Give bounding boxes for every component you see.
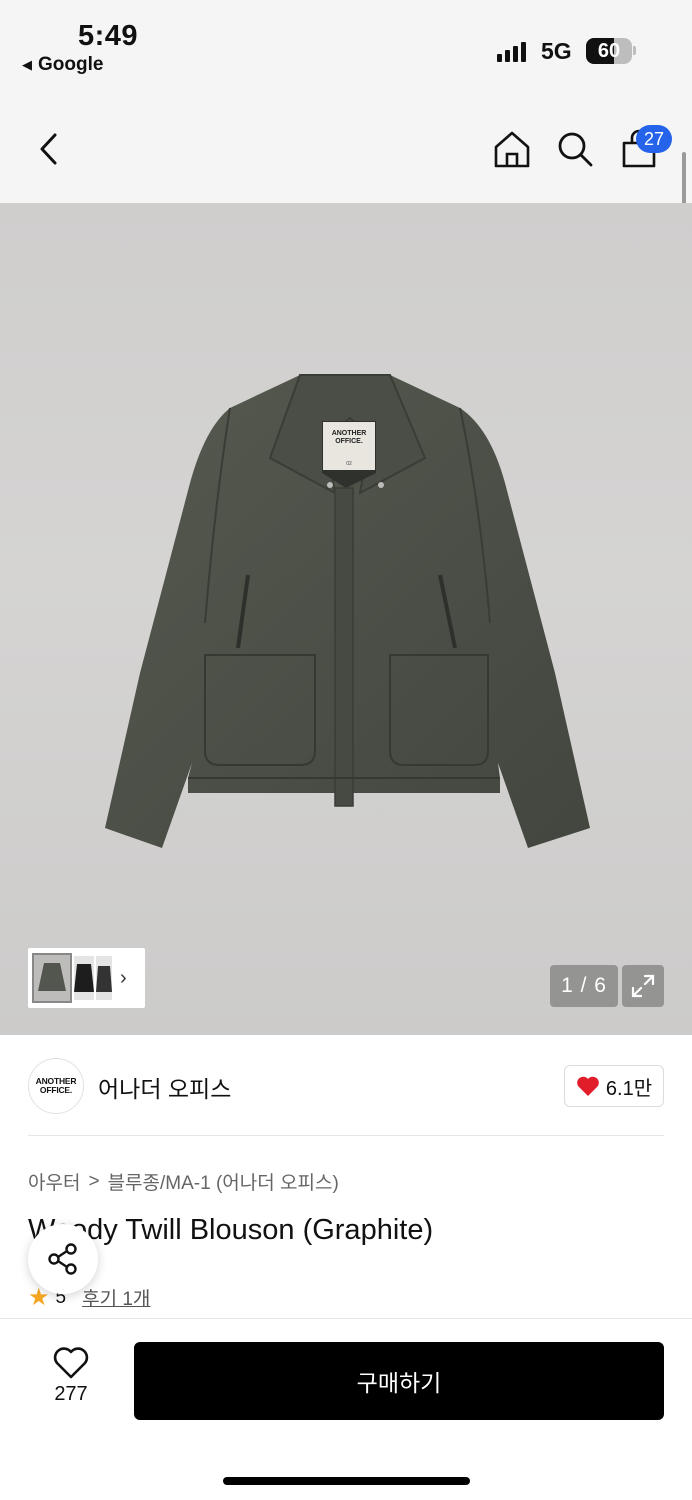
battery-nub — [633, 46, 636, 55]
home-button[interactable] — [489, 126, 535, 172]
share-icon — [48, 1243, 77, 1275]
heart-filled-icon — [577, 1076, 599, 1096]
product-image-gallery[interactable]: ANOTHER OFFICE. 02 › 1 / 6 — [0, 203, 692, 1035]
breadcrumb-separator: > — [88, 1170, 100, 1192]
brand-logo-line2: OFFICE. — [39, 1085, 73, 1095]
chevron-right-icon[interactable]: › — [120, 967, 127, 990]
signal-strength-icon — [497, 40, 526, 62]
svg-text:OFFICE.: OFFICE. — [335, 438, 363, 445]
back-app-label: Google — [38, 54, 104, 75]
thumbnail-graphite[interactable] — [32, 953, 72, 1003]
thumbnail-dark[interactable] — [96, 956, 112, 1000]
status-time: 5:49 — [78, 20, 139, 52]
product-photo-jacket: ANOTHER OFFICE. 02 — [105, 374, 590, 848]
search-button[interactable] — [552, 126, 598, 172]
brand-like-button[interactable]: 6.1만 — [564, 1065, 664, 1107]
home-indicator[interactable] — [223, 1477, 470, 1485]
wishlist-button[interactable]: 277 — [40, 1347, 102, 1413]
status-bar: 5:49 ◀ Google 5G 60 — [0, 0, 692, 100]
heart-outline-icon — [53, 1347, 89, 1379]
back-button[interactable] — [26, 126, 72, 172]
cart-count-badge: 27 — [636, 125, 672, 153]
home-icon — [494, 131, 530, 168]
svg-text:02: 02 — [346, 461, 352, 467]
battery-level: 60 — [597, 40, 621, 62]
breadcrumb: 아우터 > 블루종/MA-1 (어나더 오피스) — [28, 1168, 339, 1195]
breadcrumb-subcategory[interactable]: 블루종/MA-1 (어나더 오피스) — [108, 1168, 339, 1195]
thumbnail-strip[interactable]: › — [28, 948, 145, 1008]
brand-name[interactable]: 어나더 오피스 — [98, 1070, 231, 1104]
network-type: 5G — [541, 38, 572, 64]
brand-row[interactable]: ANOTHER OFFICE. 어나더 오피스 6.1만 — [28, 1056, 664, 1116]
breadcrumb-category[interactable]: 아우터 — [28, 1168, 80, 1195]
back-to-app-link[interactable]: ◀ Google — [22, 54, 103, 76]
back-triangle-icon: ◀ — [22, 57, 32, 72]
thumbnail-black[interactable] — [74, 956, 94, 1000]
brand-like-count: 6.1만 — [605, 1077, 653, 1100]
expand-icon — [631, 974, 655, 998]
battery-icon: 60 — [586, 38, 632, 64]
bottom-action-bar: 277 구매하기 — [0, 1318, 692, 1500]
back-arrow-icon — [40, 133, 57, 165]
top-nav-bar — [0, 100, 692, 203]
search-icon — [558, 132, 593, 167]
divider — [28, 1135, 664, 1136]
wishlist-count: 277 — [54, 1383, 88, 1405]
review-count-link[interactable]: 후기 1개 — [82, 1284, 150, 1311]
svg-text:ANOTHER: ANOTHER — [332, 430, 367, 437]
share-button[interactable] — [28, 1224, 98, 1294]
gallery-page-counter: 1 / 6 — [550, 965, 618, 1007]
buy-button[interactable]: 구매하기 — [134, 1342, 664, 1420]
brand-logo[interactable]: ANOTHER OFFICE. — [28, 1058, 84, 1114]
expand-image-button[interactable] — [622, 965, 664, 1007]
